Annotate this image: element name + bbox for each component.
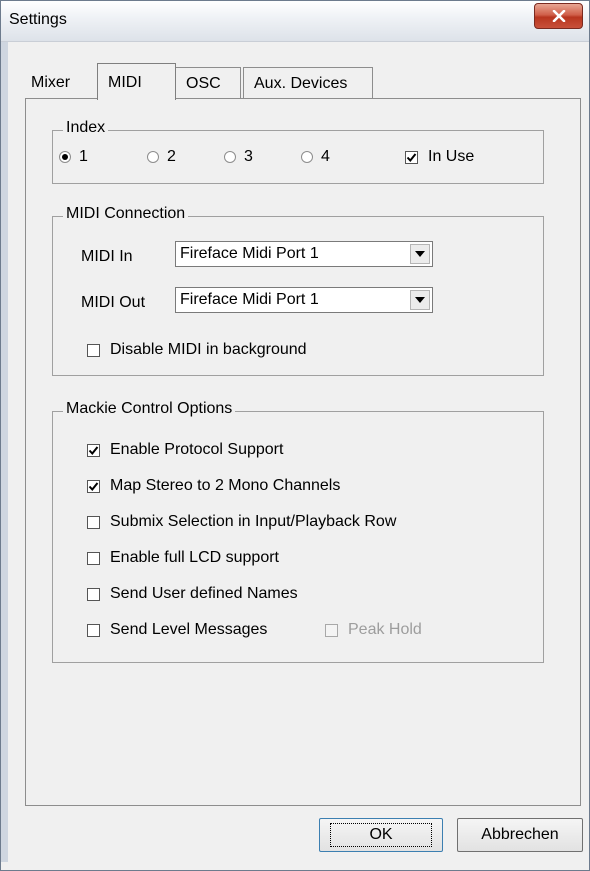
- submix-selection-label: Submix Selection in Input/Playback Row: [110, 513, 397, 530]
- check-icon: [88, 481, 99, 491]
- midi-connection-group: MIDI Connection MIDI In Fireface Midi Po…: [52, 205, 544, 376]
- close-button[interactable]: [534, 3, 583, 29]
- user-names-label: Send User defined Names: [110, 585, 298, 602]
- close-icon: [552, 10, 565, 22]
- radio-button[interactable]: [147, 151, 159, 163]
- ok-button-label: OK: [330, 823, 432, 847]
- full-lcd-checkbox[interactable]: [87, 551, 100, 565]
- check-icon: [88, 445, 99, 455]
- midi-in-select[interactable]: Fireface Midi Port 1: [175, 241, 433, 267]
- mackie-control-legend: Mackie Control Options: [63, 400, 236, 418]
- tab-midi[interactable]: MIDI: [97, 63, 176, 100]
- user-names-checkbox[interactable]: [87, 587, 100, 601]
- chevron-down-icon: [415, 251, 425, 257]
- mackie-option-full-lcd[interactable]: Enable full LCD support: [87, 549, 279, 567]
- disable-midi-background-checkbox[interactable]: [87, 343, 100, 357]
- enable-protocol-label: Enable Protocol Support: [110, 441, 284, 458]
- midi-in-value: Fireface Midi Port 1: [180, 245, 319, 262]
- tab-mixer[interactable]: Mixer: [21, 67, 97, 99]
- level-messages-label: Send Level Messages: [110, 621, 268, 638]
- radio-label: 2: [167, 148, 176, 165]
- in-use-checkbox[interactable]: [405, 150, 418, 164]
- midi-out-value: Fireface Midi Port 1: [180, 291, 319, 308]
- radio-button[interactable]: [224, 151, 236, 163]
- map-stereo-label: Map Stereo to 2 Mono Channels: [110, 477, 341, 494]
- enable-protocol-checkbox[interactable]: [87, 443, 100, 457]
- midi-connection-legend: MIDI Connection: [63, 205, 189, 223]
- mackie-option-level-messages[interactable]: Send Level Messages: [87, 621, 267, 639]
- radio-button[interactable]: [301, 151, 313, 163]
- mackie-option-submix-selection[interactable]: Submix Selection in Input/Playback Row: [87, 513, 396, 531]
- index-group-legend: Index: [63, 119, 109, 137]
- tab-aux-devices[interactable]: Aux. Devices: [243, 67, 373, 99]
- submix-selection-checkbox[interactable]: [87, 515, 100, 529]
- index-radio-1[interactable]: 1: [59, 148, 88, 166]
- tab-osc[interactable]: OSC: [175, 67, 241, 99]
- radio-label: 3: [244, 148, 253, 165]
- midi-out-select[interactable]: Fireface Midi Port 1: [175, 287, 433, 313]
- window-frame-edge: [1, 42, 8, 862]
- midi-out-dropdown-button[interactable]: [410, 290, 430, 310]
- radio-button[interactable]: [59, 151, 71, 163]
- title-bar[interactable]: Settings: [1, 1, 589, 42]
- peak-hold-label: Peak Hold: [348, 621, 422, 638]
- index-radio-3[interactable]: 3: [224, 148, 253, 166]
- tab-aux-devices-label: Aux. Devices: [254, 75, 348, 92]
- ok-button[interactable]: OK: [319, 818, 443, 852]
- radio-label: 1: [79, 148, 88, 165]
- tab-mixer-label: Mixer: [31, 74, 71, 91]
- in-use-checkbox-row[interactable]: In Use: [405, 148, 474, 166]
- peak-hold-row[interactable]: Peak Hold: [325, 621, 422, 639]
- check-icon: [406, 152, 417, 162]
- tab-midi-label: MIDI: [108, 74, 142, 91]
- index-radio-2[interactable]: 2: [147, 148, 176, 166]
- radio-label: 4: [321, 148, 330, 165]
- settings-window: Settings Mixer MIDI OSC Aux. Devices Ind…: [0, 0, 590, 871]
- peak-hold-checkbox[interactable]: [325, 623, 338, 637]
- in-use-label: In Use: [428, 148, 475, 165]
- index-radio-4[interactable]: 4: [301, 148, 330, 166]
- midi-in-label: MIDI In: [81, 248, 133, 265]
- window-title: Settings: [9, 11, 67, 28]
- midi-tab-panel: Index 1 2 3 4 In Use MIDI Connection MID…: [25, 98, 581, 806]
- mackie-option-map-stereo[interactable]: Map Stereo to 2 Mono Channels: [87, 477, 340, 495]
- level-messages-checkbox[interactable]: [87, 623, 100, 637]
- mackie-option-enable-protocol[interactable]: Enable Protocol Support: [87, 441, 283, 459]
- midi-in-dropdown-button[interactable]: [410, 244, 430, 264]
- map-stereo-checkbox[interactable]: [87, 479, 100, 493]
- cancel-button-label: Abbrechen: [481, 826, 559, 843]
- disable-midi-background-label: Disable MIDI in background: [110, 341, 307, 358]
- midi-out-label: MIDI Out: [81, 294, 146, 311]
- chevron-down-icon: [415, 297, 425, 303]
- full-lcd-label: Enable full LCD support: [110, 549, 279, 566]
- mackie-control-group: Mackie Control Options Enable Protocol S…: [52, 400, 544, 663]
- index-group: Index 1 2 3 4 In Use: [52, 119, 544, 184]
- tab-osc-label: OSC: [186, 75, 221, 92]
- disable-midi-background-row[interactable]: Disable MIDI in background: [87, 341, 307, 359]
- cancel-button[interactable]: Abbrechen: [457, 818, 583, 852]
- mackie-option-user-names[interactable]: Send User defined Names: [87, 585, 298, 603]
